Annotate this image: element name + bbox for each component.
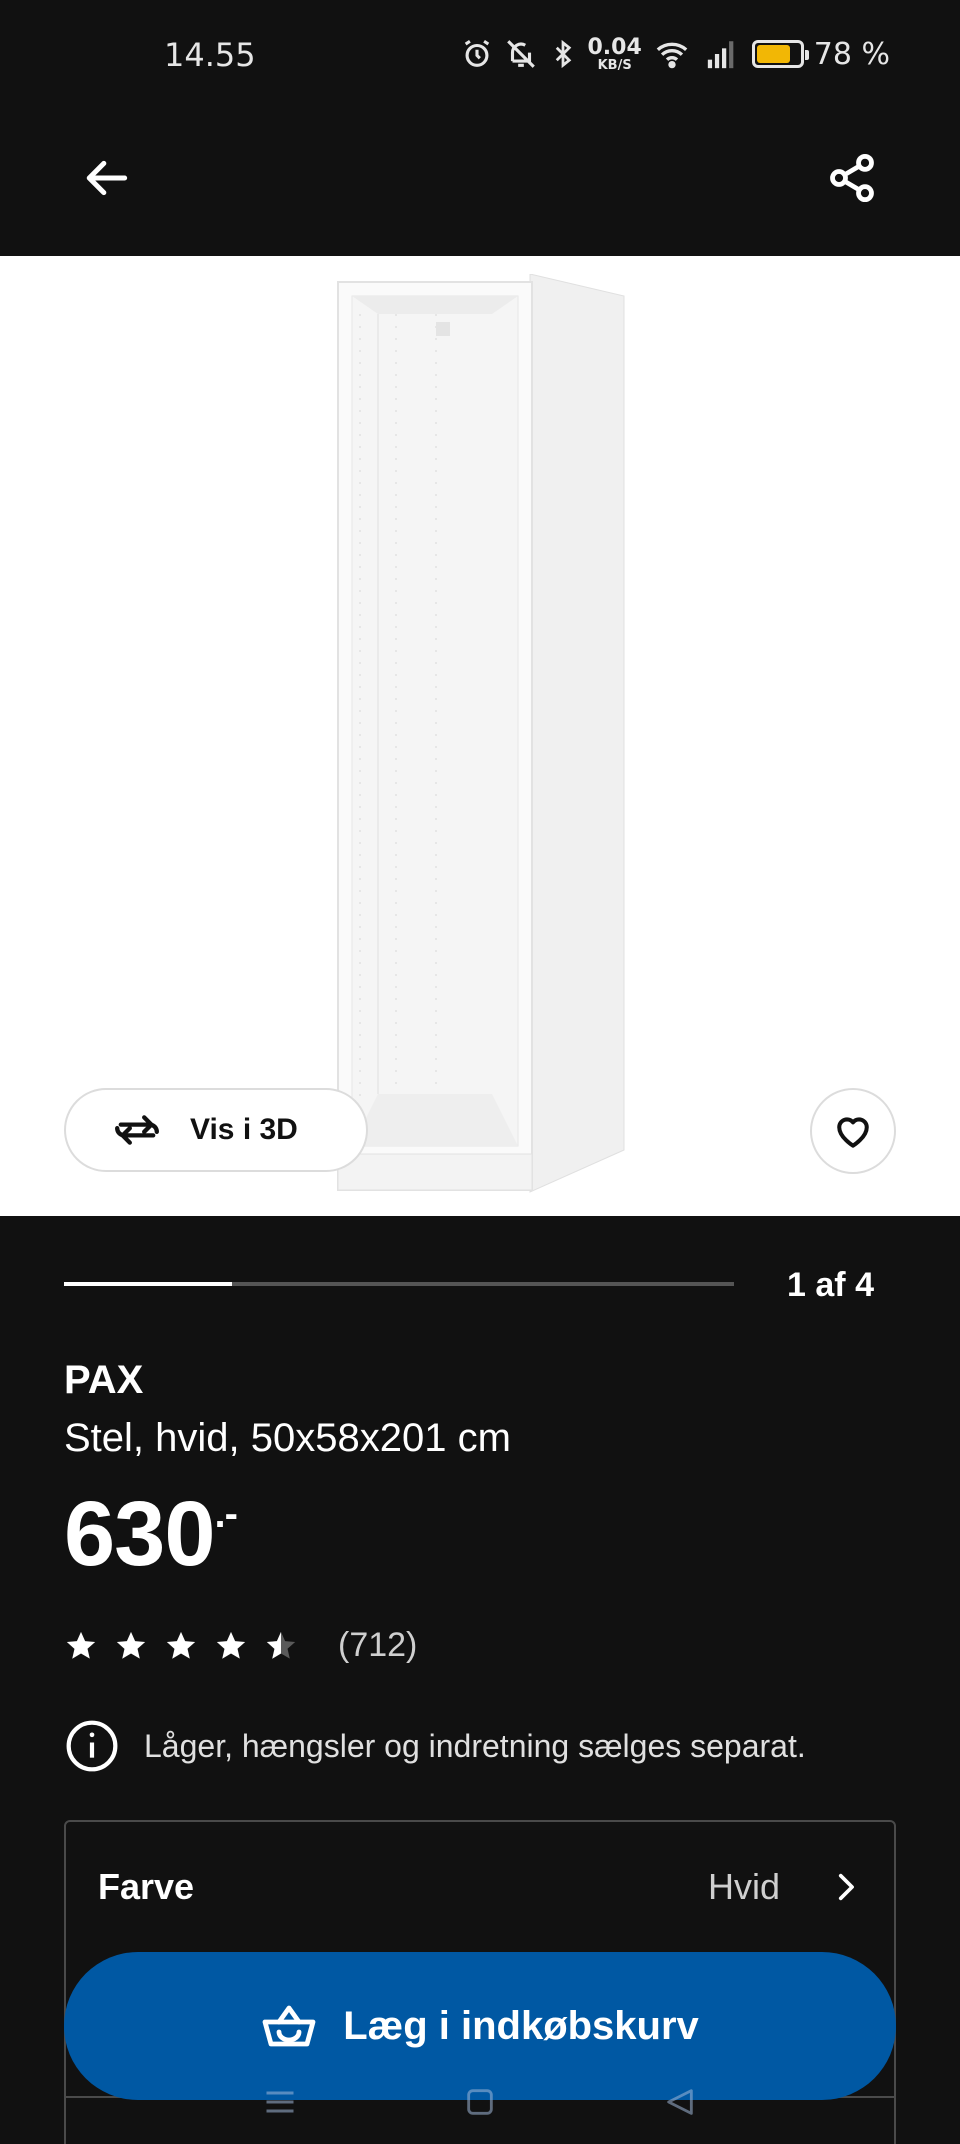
price-value: 630	[64, 1483, 215, 1585]
star-full-icon	[166, 1631, 196, 1659]
network-speed-value: 0.04	[587, 34, 642, 60]
menu-icon	[266, 2091, 294, 2113]
chevron-right-icon	[838, 1873, 854, 1901]
info-notice: Låger, hængsler og indretning sælges sep…	[64, 1718, 806, 1774]
app-bar	[0, 108, 960, 256]
star-full-icon	[216, 1631, 246, 1659]
rating-stars	[64, 1629, 298, 1663]
recent-apps-button[interactable]	[250, 2077, 310, 2127]
system-navigation-bar	[0, 2060, 960, 2144]
system-back-button[interactable]	[650, 2077, 710, 2127]
triangle-back-icon	[667, 2089, 693, 2115]
signal-icon	[707, 41, 734, 69]
review-count: (712)	[338, 1626, 418, 1664]
info-notice-text: Låger, hængsler og indretning sælges sep…	[144, 1727, 806, 1764]
wifi-icon	[656, 42, 688, 69]
back-button[interactable]	[72, 142, 144, 214]
product-name: PAX	[64, 1358, 144, 1402]
info-icon	[66, 1720, 118, 1772]
bluetooth-icon	[555, 39, 571, 69]
home-button[interactable]	[450, 2077, 510, 2127]
gallery-progress-bar	[64, 1282, 734, 1286]
alarm-icon	[464, 39, 489, 67]
gallery-page-counter: 1 af 4	[787, 1266, 874, 1304]
muted-bell-icon	[506, 40, 535, 68]
star-full-icon	[116, 1631, 146, 1659]
variant-label: Farve	[98, 1866, 195, 1907]
network-speed: 0.04 KB/S	[587, 34, 642, 73]
heart-icon	[837, 1117, 869, 1148]
star-half-icon	[266, 1631, 296, 1659]
home-square-icon	[467, 2089, 493, 2115]
status-icons: 0.04 KB/S 78 %	[460, 30, 890, 78]
network-speed-unit: KB/S	[597, 57, 632, 73]
product-image-gallery[interactable]: Vis i 3D	[0, 256, 960, 1216]
product-image	[337, 274, 625, 1193]
color-variant-row[interactable]: Farve Hvid	[66, 1822, 894, 1952]
share-icon	[830, 153, 874, 203]
variant-value: Hvid	[707, 1866, 780, 1907]
battery-level-fill	[756, 45, 790, 63]
share-button[interactable]	[816, 142, 888, 214]
battery-icon	[751, 40, 809, 68]
view-3d-button[interactable]: Vis i 3D	[64, 1088, 368, 1172]
view-3d-label: Vis i 3D	[190, 1113, 298, 1146]
status-bar: 14.55 0.04 KB/S 78 %	[0, 0, 960, 108]
arrow-left-icon	[86, 160, 128, 196]
product-description: Stel, hvid, 50x58x201 cm	[64, 1416, 511, 1460]
gallery-progress-fill	[64, 1282, 232, 1286]
rotate-3d-icon	[115, 1115, 159, 1145]
star-full-icon	[66, 1631, 96, 1659]
favorite-button[interactable]	[810, 1088, 896, 1174]
add-to-cart-label: Læg i indkøbskurv	[343, 2003, 699, 2048]
product-price: 630.-	[64, 1488, 238, 1580]
basket-icon	[262, 2005, 316, 2047]
battery-percent: 78 %	[813, 36, 890, 72]
product-rating[interactable]: (712)	[64, 1626, 417, 1665]
status-time: 14.55	[164, 36, 256, 74]
price-suffix: .-	[214, 1492, 238, 1536]
